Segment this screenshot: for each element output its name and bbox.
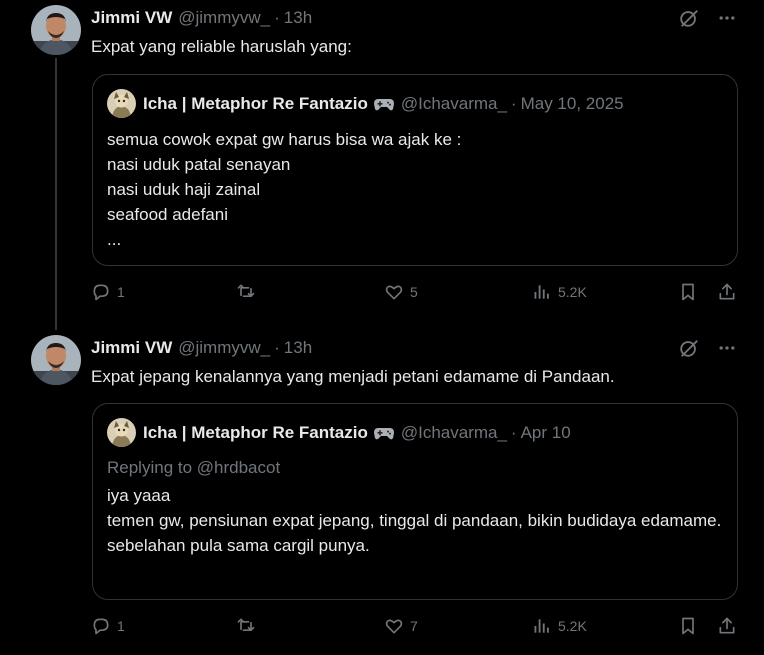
author-handle[interactable]: @jimmyvw_ — [178, 8, 270, 28]
separator-dot: · — [274, 338, 280, 357]
share-icon — [719, 283, 735, 300]
quoted-tweet[interactable]: Icha | Metaphor Re Fantazio @Ichavarma_ … — [92, 403, 738, 600]
tweet-header: Jimmi VW @jimmyvw_ · 13h — [91, 338, 312, 358]
separator-dot: · — [510, 422, 517, 442]
heart-icon — [385, 619, 403, 634]
bookmark-button[interactable] — [678, 282, 698, 302]
bookmark-icon — [682, 283, 694, 301]
views-icon — [534, 619, 549, 633]
tweet[interactable]: Jimmi VW @jimmyvw_ · 13h Expat jepang ke… — [0, 330, 764, 655]
repost-icon — [237, 284, 255, 297]
like-button[interactable]: 7 — [384, 616, 418, 636]
gamepad-icon — [373, 96, 395, 112]
grok-icon[interactable] — [678, 7, 700, 29]
share-button[interactable] — [717, 616, 737, 636]
separator-dot: · — [510, 93, 517, 113]
tweet-actions: 1 5 5.2K — [91, 282, 746, 306]
like-count: 5 — [410, 284, 418, 300]
bookmark-icon — [682, 617, 694, 635]
quote-author-handle[interactable]: @Ichavarma_ — [401, 423, 507, 443]
bookmark-button[interactable] — [678, 616, 698, 636]
quote-line: sebelahan pula sama cargil punya. — [107, 536, 370, 555]
avatar[interactable] — [31, 335, 81, 385]
views-button[interactable]: 5.2K — [532, 282, 587, 302]
quote-date[interactable]: May 10, 2025 — [521, 94, 624, 114]
reply-icon — [93, 618, 109, 635]
quote-avatar — [107, 89, 136, 118]
quote-line: ... — [107, 230, 122, 249]
share-icon — [719, 617, 735, 634]
more-icon[interactable] — [716, 7, 738, 29]
quote-header: Icha | Metaphor Re Fantazio @Ichavarma_ … — [107, 89, 624, 118]
gamepad-icon — [373, 425, 395, 441]
quote-author-name[interactable]: Icha | Metaphor Re Fantazio — [143, 94, 368, 114]
quote-text: iya yaaa temen gw, pensiunan expat jepan… — [107, 483, 727, 558]
quote-line: iya yaaa — [107, 486, 171, 505]
quote-author-name[interactable]: Icha | Metaphor Re Fantazio — [143, 423, 368, 443]
tweet[interactable]: Jimmi VW @jimmyvw_ · 13h Expat yang reli… — [0, 0, 764, 330]
quote-line: nasi uduk haji zainal — [107, 180, 261, 199]
tweet-actions: 1 7 5.2K — [91, 616, 746, 640]
quote-line: temen gw, pensiunan expat jepang, tingga… — [107, 511, 722, 530]
views-button[interactable]: 5.2K — [532, 616, 587, 636]
timestamp[interactable]: 13h — [284, 8, 312, 28]
repost-button[interactable] — [236, 616, 262, 636]
quote-header: Icha | Metaphor Re Fantazio @Ichavarma_ … — [107, 418, 571, 447]
author-handle[interactable]: @jimmyvw_ — [178, 338, 270, 358]
author-name[interactable]: Jimmi VW — [91, 8, 172, 28]
avatar[interactable] — [31, 5, 81, 55]
repost-button[interactable] — [236, 282, 262, 302]
quoted-tweet[interactable]: Icha | Metaphor Re Fantazio @Ichavarma_ … — [92, 74, 738, 266]
reply-icon — [93, 284, 109, 301]
quote-author-handle[interactable]: @Ichavarma_ — [401, 94, 507, 114]
reply-button[interactable]: 1 — [91, 282, 125, 302]
views-count: 5.2K — [558, 284, 587, 300]
quote-text: semua cowok expat gw harus bisa wa ajak … — [107, 127, 461, 252]
share-button[interactable] — [717, 282, 737, 302]
tweet-text: Expat yang reliable haruslah yang: — [91, 37, 352, 56]
heart-icon — [385, 285, 403, 300]
timestamp[interactable]: 13h — [284, 338, 312, 358]
like-count: 7 — [410, 618, 418, 634]
thread-line — [55, 58, 57, 330]
replying-to[interactable]: Replying to @hrdbacot — [107, 458, 280, 478]
grok-icon[interactable] — [678, 337, 700, 359]
tweet-text: Expat jepang kenalannya yang menjadi pet… — [91, 367, 615, 386]
quote-line: seafood adefani — [107, 205, 228, 224]
separator-dot: · — [274, 8, 280, 27]
tweet-top-actions — [678, 337, 738, 359]
author-name[interactable]: Jimmi VW — [91, 338, 172, 358]
quote-line: nasi uduk patal senayan — [107, 155, 291, 174]
views-count: 5.2K — [558, 618, 587, 634]
quote-date[interactable]: Apr 10 — [521, 423, 571, 443]
tweet-header: Jimmi VW @jimmyvw_ · 13h — [91, 8, 312, 28]
repost-icon — [237, 618, 255, 631]
reply-count: 1 — [117, 284, 125, 300]
quote-avatar — [107, 418, 136, 447]
more-icon[interactable] — [716, 337, 738, 359]
views-icon — [534, 285, 549, 299]
reply-button[interactable]: 1 — [91, 616, 125, 636]
like-button[interactable]: 5 — [384, 282, 418, 302]
quote-line: semua cowok expat gw harus bisa wa ajak … — [107, 130, 462, 149]
reply-count: 1 — [117, 618, 125, 634]
tweet-top-actions — [678, 7, 738, 29]
